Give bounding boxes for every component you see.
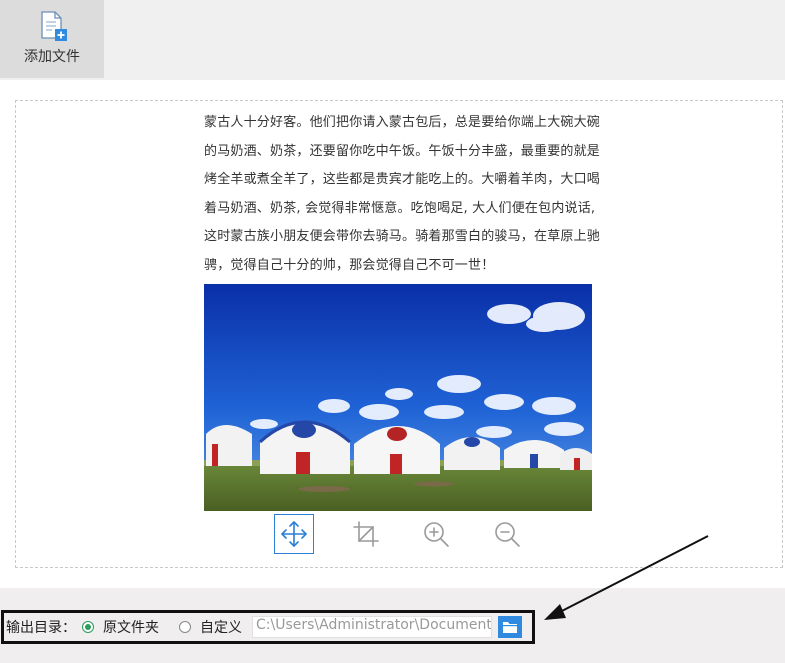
zoom-in-icon: [424, 522, 449, 547]
text-line: 这时蒙古族小朋友便会带你去骑马。骑着那雪白的骏马，在草原上驰: [204, 229, 601, 244]
output-bar: 输出目录： 原文件夹 自定义 C:\Users\Administrator\Do…: [0, 588, 785, 663]
add-file-label: 添加文件: [24, 49, 80, 65]
custom-folder-radio[interactable]: [179, 621, 191, 633]
zoom-in-button[interactable]: [416, 514, 456, 554]
toolbar: 添加文件: [0, 0, 785, 80]
add-file-icon: [41, 11, 67, 41]
document-text: 蒙古人十分好客。他们把你请入蒙古包后，总是要给你端上大碗大碗 的马奶酒、奶茶，还…: [204, 109, 601, 280]
yurt-photo: [204, 284, 592, 511]
preview-dropzone[interactable]: 蒙古人十分好客。他们把你请入蒙古包后，总是要给你端上大碗大碗 的马奶酒、奶茶，还…: [15, 100, 783, 568]
folder-icon: [503, 622, 517, 633]
text-line: 骋，觉得自己十分的帅，那会觉得自己不可一世！: [204, 257, 495, 273]
main-preview-area: 蒙古人十分好客。他们把你请入蒙古包后，总是要给你端上大碗大碗 的马奶酒、奶茶，还…: [0, 80, 785, 588]
original-folder-radio[interactable]: [82, 621, 94, 633]
image-tools: [274, 514, 544, 554]
browse-folder-button[interactable]: [498, 616, 522, 638]
text-line: 着马奶酒、奶茶, 会觉得非常惬意。吃饱喝足, 大人们便在包内说话,: [204, 200, 596, 216]
text-line: 的马奶酒、奶茶，还要留你吃中午饭。午饭十分丰盛，最重要的就是: [204, 143, 601, 159]
output-path-field[interactable]: C:\Users\Administrator\Documents: [252, 616, 492, 638]
text-line: 烤全羊或煮全羊了，这些都是贵宾才能吃上的。大嚼着羊肉，大口喝: [204, 172, 601, 187]
text-line: 蒙古人十分好客。他们把你请入蒙古包后，总是要给你端上大碗大碗: [204, 115, 601, 130]
move-tool-button[interactable]: [274, 514, 314, 554]
crop-tool-button[interactable]: [346, 514, 386, 554]
output-directory-row: 输出目录： 原文件夹 自定义 C:\Users\Administrator\Do…: [1, 610, 535, 644]
zoom-out-button[interactable]: [487, 514, 527, 554]
custom-folder-label[interactable]: 自定义: [200, 617, 242, 637]
zoom-out-icon: [495, 522, 520, 547]
output-directory-label: 输出目录：: [6, 620, 76, 636]
crop-icon: [353, 521, 379, 547]
add-file-button[interactable]: 添加文件: [0, 0, 104, 78]
move-icon: [281, 521, 307, 547]
original-folder-label[interactable]: 原文件夹: [103, 617, 159, 637]
